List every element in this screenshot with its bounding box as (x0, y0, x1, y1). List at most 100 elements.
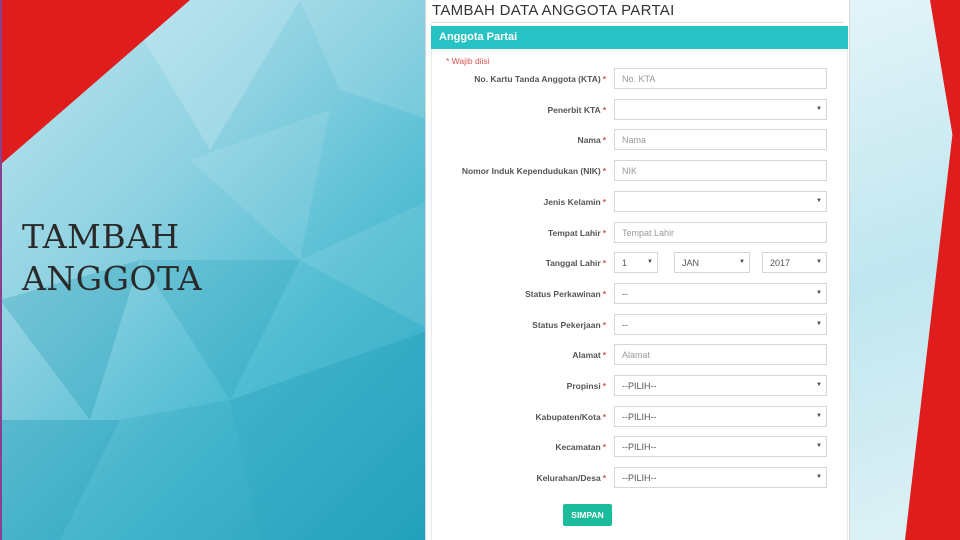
slide-background-right (850, 0, 960, 540)
nama-input[interactable]: Nama (614, 129, 827, 151)
field-label-text: Jenis Kelamin (543, 196, 601, 207)
field-label-text: Kecamatan (555, 442, 601, 453)
form-row-propinsi: Propinsi * --PILIH-- ▼ (432, 375, 849, 399)
field-label: Status Perkawinan * (525, 289, 606, 299)
field-label-text: Status Pekerjaan (532, 319, 601, 330)
kelurahan-desa-select-value: --PILIH-- (622, 473, 657, 484)
chevron-down-icon: ▼ (816, 259, 822, 266)
required-marker: * (602, 411, 606, 422)
status-perkawinan-select-value: -- (622, 288, 628, 299)
required-marker: * (602, 196, 606, 207)
required-marker: * (602, 350, 606, 361)
slide-title: TAMBAH ANGGOTA (22, 216, 352, 300)
field-label-text: Kabupaten/Kota (535, 411, 601, 422)
required-marker: * (602, 104, 606, 115)
chevron-down-icon: ▼ (816, 412, 822, 419)
slide-left-border (0, 0, 2, 540)
field-label: Jenis Kelamin * (544, 197, 606, 207)
propinsi-select-value: --PILIH-- (622, 381, 657, 391)
field-label-text: Nomor Induk Kependudukan (NIK) (461, 166, 601, 177)
status-pekerjaan-select[interactable]: -- ▼ (614, 313, 827, 335)
field-label: Nomor Induk Kependudukan (NIK) * (462, 166, 606, 176)
kelurahan-desa-select[interactable]: --PILIH-- ▼ (614, 467, 827, 489)
birth-month-select[interactable]: JAN ▼ (674, 252, 750, 274)
field-label: No. Kartu Tanda Anggota (KTA) * (474, 74, 606, 84)
form-card-body: * Wajib diisi No. Kartu Tanda Anggota (K… (431, 49, 848, 540)
field-label: Nama * (578, 135, 606, 145)
form-screenshot-panel: TAMBAH DATA ANGGOTA PARTAI Anggota Parta… (425, 0, 850, 540)
required-marker: * (602, 135, 606, 146)
form-row-nama: Nama * Nama (432, 129, 849, 153)
field-label-text: Tanggal Lahir (545, 258, 601, 269)
chevron-down-icon: ▼ (647, 259, 653, 266)
field-label: Penerbit KTA * (547, 105, 606, 115)
birth-day-select[interactable]: 1 ▼ (614, 252, 658, 274)
field-label: Alamat * (572, 350, 606, 360)
field-label-text: Kelurahan/Desa (536, 473, 601, 484)
field-label: Propinsi * (567, 381, 606, 391)
alamat-input[interactable]: Alamat (614, 344, 827, 366)
required-note: * Wajib diisi (446, 56, 490, 66)
kecamatan-select[interactable]: --PILIH-- ▼ (614, 436, 827, 458)
required-marker: * (602, 288, 606, 299)
chevron-down-icon: ▼ (816, 474, 822, 481)
red-accent-shape-right (905, 70, 960, 540)
form-row-nomor-induk-kependudukan-nik: Nomor Induk Kependudukan (NIK) * NIK (432, 160, 849, 184)
save-button[interactable]: SIMPAN (563, 504, 612, 526)
tempat-lahir-input[interactable]: Tempat Lahir (614, 221, 827, 243)
chevron-down-icon: ▼ (816, 197, 822, 204)
form-row-kelurahan-desa: Kelurahan/Desa * --PILIH-- ▼ (432, 467, 849, 491)
slide-title-line-2: ANGGOTA (22, 259, 203, 298)
field-label-text: Penerbit KTA (547, 104, 601, 115)
field-label: Kecamatan * (555, 442, 606, 452)
heading-divider (431, 22, 844, 23)
required-marker: * (602, 258, 606, 269)
field-label: Tanggal Lahir * (546, 258, 606, 268)
field-label: Kelurahan/Desa * (536, 473, 606, 483)
no-kartu-tanda-anggota-kta-input[interactable]: No. KTA (614, 68, 827, 89)
required-marker: * (602, 74, 606, 84)
chevron-down-icon: ▼ (816, 105, 822, 112)
form-row-tempat-lahir: Tempat Lahir * Tempat Lahir (432, 221, 849, 246)
status-pekerjaan-select-value: -- (622, 319, 628, 330)
chevron-down-icon: ▼ (816, 443, 822, 450)
status-perkawinan-select[interactable]: -- ▼ (614, 282, 827, 304)
birth-month-select-value: JAN (682, 258, 700, 269)
birth-day-select-value: 1 (622, 258, 628, 269)
nomor-induk-kependudukan-nik-input[interactable]: NIK (614, 160, 827, 182)
kecamatan-select-value: --PILIH-- (622, 442, 657, 453)
kabupaten-kota-select-value: --PILIH-- (622, 411, 657, 422)
form-row-penerbit-kta: Penerbit KTA * ▼ (432, 98, 849, 123)
field-label-text: Nama (577, 135, 601, 146)
form-row-alamat: Alamat * Alamat (432, 344, 849, 368)
field-label-text: Status Perkawinan (525, 288, 601, 299)
required-marker: * (602, 319, 606, 330)
form-row-no-kartu-tanda-anggota-kta: No. Kartu Tanda Anggota (KTA) * No. KTA (432, 68, 849, 92)
form-row-tanggal-lahir: Tanggal Lahir * 1 ▼ JAN ▼ 2017 ▼ (432, 252, 849, 276)
field-label: Kabupaten/Kota * (536, 412, 606, 422)
birth-year-select-value: 2017 (770, 258, 791, 269)
required-marker: * (602, 442, 606, 453)
required-marker: * (602, 473, 606, 484)
chevron-down-icon: ▼ (816, 320, 822, 327)
chevron-down-icon: ▼ (816, 289, 822, 296)
penerbit-kta-select[interactable]: ▼ (614, 98, 827, 120)
form-row-status-pekerjaan: Status Pekerjaan * -- ▼ (432, 313, 849, 338)
jenis-kelamin-select[interactable]: ▼ (614, 190, 827, 212)
required-marker: * (602, 227, 606, 238)
form-row-status-perkawinan: Status Perkawinan * -- ▼ (432, 282, 849, 307)
field-label: Status Pekerjaan * (532, 320, 606, 330)
field-label-text: Tempat Lahir (547, 227, 601, 238)
chevron-down-icon: ▼ (816, 382, 822, 388)
kabupaten-kota-select[interactable]: --PILIH-- ▼ (614, 405, 827, 427)
form-row-jenis-kelamin: Jenis Kelamin * ▼ (432, 190, 849, 215)
form-row-kabupaten-kota: Kabupaten/Kota * --PILIH-- ▼ (432, 405, 849, 430)
birth-year-select[interactable]: 2017 ▼ (762, 252, 827, 274)
field-label: Tempat Lahir * (548, 228, 606, 238)
propinsi-select[interactable]: --PILIH-- ▼ (614, 375, 827, 396)
field-label-text: Alamat (572, 350, 601, 361)
page-title: TAMBAH DATA ANGGOTA PARTAI (432, 2, 675, 19)
red-accent-shape (0, 0, 190, 165)
field-label-text: No. Kartu Tanda Anggota (KTA) (474, 74, 601, 84)
slide-title-line-1: TAMBAH (22, 217, 180, 256)
